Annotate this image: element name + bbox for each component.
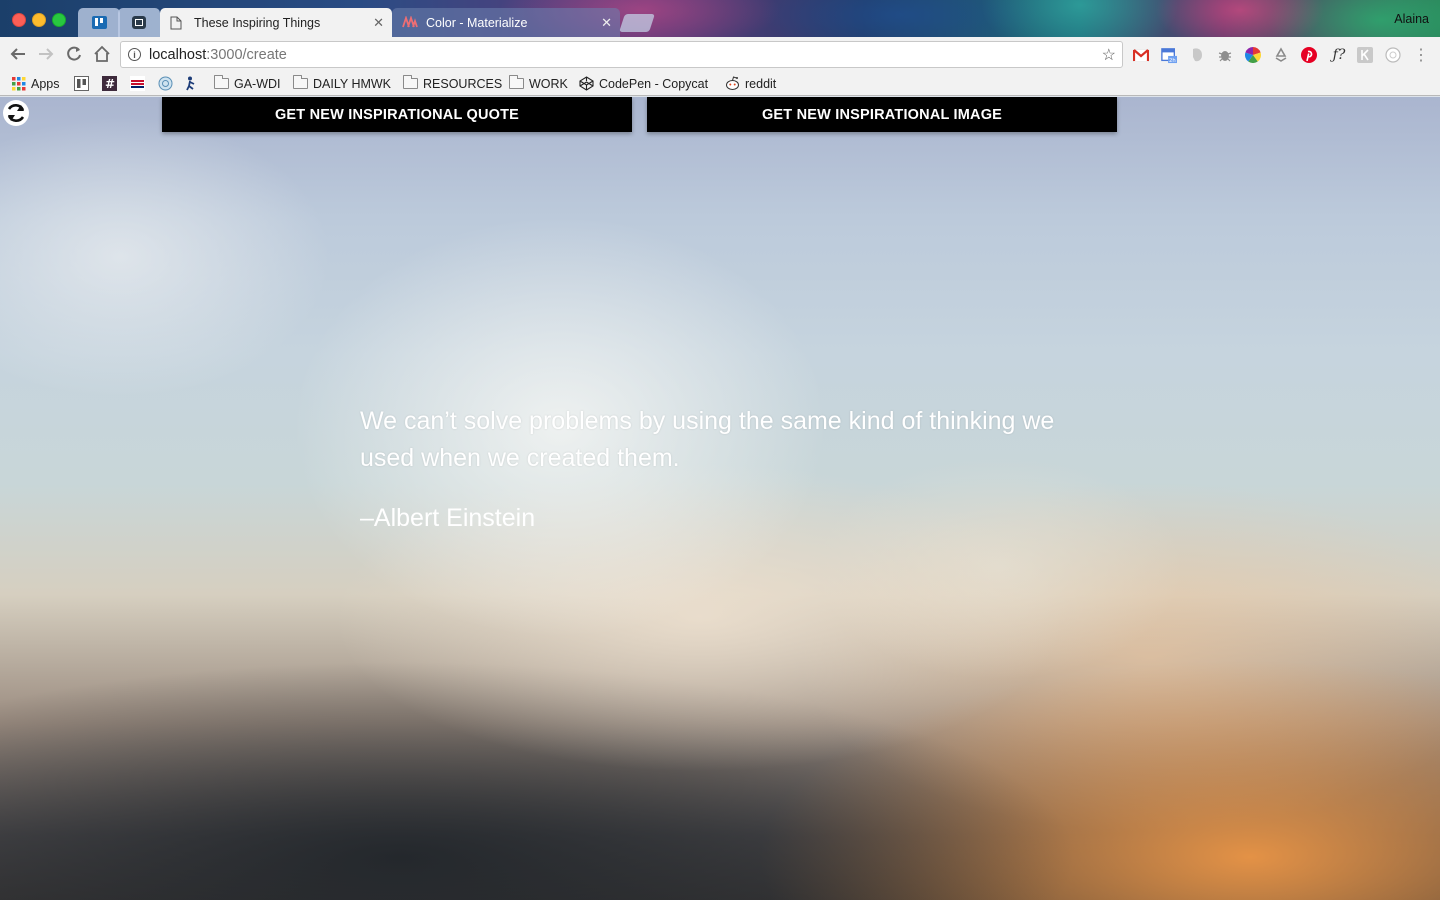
reload-icon[interactable] [65,45,83,66]
materialize-icon [402,14,418,30]
close-tab-icon[interactable]: ✕ [373,15,384,31]
apps-grid-icon [12,76,26,90]
bookmark-apps[interactable]: Apps [12,75,60,92]
back-arrow-icon[interactable] [9,45,27,66]
screenshot-icon [132,16,146,29]
page-icon [170,16,186,30]
folder-icon [403,75,418,89]
maximize-window-button[interactable] [52,13,66,27]
folder-icon [214,75,229,89]
recycle-icon[interactable] [1273,47,1289,63]
reddit-icon [726,76,739,90]
new-tab-button[interactable] [619,14,655,32]
tab-color-materialize[interactable]: Color - Materialize ✕ [392,8,620,37]
bookmark-reddit[interactable]: reddit [725,75,776,92]
tab-these-inspiring-things[interactable]: These Inspiring Things ✕ [160,8,392,37]
quote-text: We can’t solve problems by using the sam… [360,407,1055,472]
evernote-icon[interactable] [1189,47,1205,63]
gmail-icon[interactable] [1133,47,1149,63]
get-new-image-button[interactable]: GET NEW INSPIRATIONAL IMAGE [647,97,1117,132]
bookmarks-bar: Apps # GA-WDI DAILY HMWK RESOURCES WORK … [0,72,1440,96]
bookmark-folder-work[interactable]: WORK [509,75,568,92]
bookmark-folder-ga-wdi[interactable]: GA-WDI [214,75,281,92]
address-bar[interactable]: i localhost:3000/create ☆ [120,41,1123,68]
close-window-button[interactable] [12,13,26,27]
trello-icon [91,16,107,29]
whatfont-icon[interactable]: ƒ? [1329,47,1349,63]
bookmark-codepen-copycat[interactable]: CodePen - Copycat [579,75,708,92]
circle-extension-icon[interactable] [1385,47,1401,63]
runner-icon[interactable] [184,76,199,91]
browser-toolbar: i localhost:3000/create ☆ 2h ƒ? ⋮ [0,37,1440,72]
bug-icon[interactable] [1217,47,1233,63]
codepen-icon [579,76,594,91]
get-new-quote-button[interactable]: GET NEW INSPIRATIONAL QUOTE [162,97,632,132]
minimize-window-button[interactable] [32,13,46,27]
bookmark-star-icon[interactable]: ☆ [1102,45,1116,65]
menu-icon[interactable]: ⋮ [1413,47,1429,64]
color-wheel-icon[interactable] [1245,47,1261,63]
svg-text:#: # [105,77,115,91]
pinterest-icon[interactable] [1301,47,1317,63]
quote-author: –Albert Einstein [360,504,536,532]
tab-title: These Inspiring Things [194,15,321,30]
forward-arrow-icon[interactable] [37,45,55,66]
info-icon[interactable]: i [128,48,141,61]
trello-bookmark-icon[interactable] [74,76,89,91]
svg-text:2h: 2h [1169,58,1176,64]
k-extension-icon[interactable] [1357,47,1373,63]
globe-icon[interactable] [158,76,173,91]
url-text: localhost:3000/create [149,46,287,63]
profile-name[interactable]: Alaina [1394,12,1429,26]
folder-icon [509,75,524,89]
slack-hash-icon[interactable]: # [102,76,117,91]
browser-tab-strip: These Inspiring Things ✕ Color - Materia… [0,0,1440,37]
pinned-tab-trello[interactable] [78,8,120,37]
bookmark-folder-daily-hmwk[interactable]: DAILY HMWK [293,75,391,92]
bank-icon[interactable] [130,76,145,91]
folder-icon [293,75,308,89]
bookmark-folder-resources[interactable]: RESOURCES [403,75,502,92]
page-content: GET NEW INSPIRATIONAL QUOTE GET NEW INSP… [0,97,1440,900]
close-tab-icon[interactable]: ✕ [601,15,612,31]
home-icon[interactable] [93,45,111,66]
calendar-icon[interactable]: 2h [1161,47,1177,64]
refresh-icon[interactable] [3,100,29,126]
tab-title: Color - Materialize [426,15,528,30]
pinned-tab-screenshot[interactable] [118,8,160,37]
